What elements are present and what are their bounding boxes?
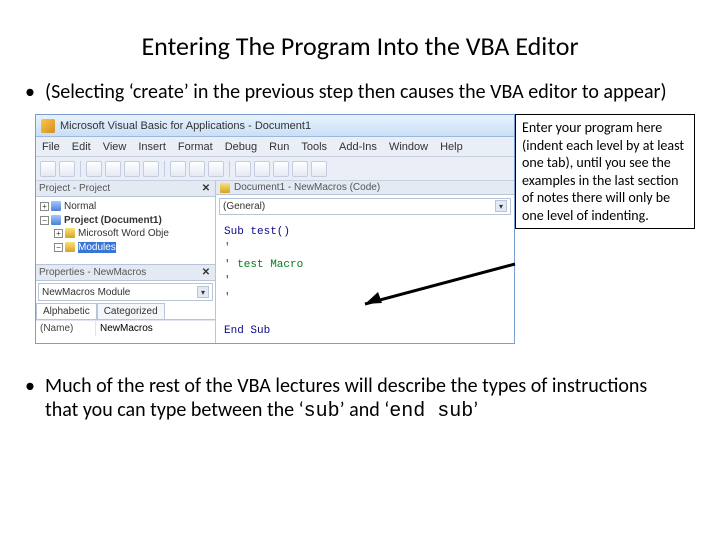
slide-title: Entering The Program Into the VBA Editor — [0, 0, 720, 80]
vba-body: Project - Project ✕ +Normal −Project (Do… — [36, 181, 514, 344]
toolbar-button[interactable] — [105, 161, 121, 177]
code-editor[interactable]: Sub test() ' ' test Macro ' ' End Sub — [216, 218, 514, 345]
bullet-bottom-text: ’ and ‘ — [340, 398, 390, 422]
code-object-dropdown[interactable]: (General) ▾ — [219, 198, 511, 214]
vba-left-panels: Project - Project ✕ +Normal −Project (Do… — [36, 181, 216, 344]
menu-addins[interactable]: Add-Ins — [339, 141, 377, 153]
toolbar-button[interactable] — [59, 161, 75, 177]
property-row: (Name) NewMacros — [36, 320, 215, 336]
chevron-down-icon: ▾ — [495, 200, 507, 212]
middle-content: Microsoft Visual Basic for Applications … — [0, 114, 720, 354]
bullet-bottom: Much of the rest of the VBA lectures wil… — [0, 354, 720, 423]
tree-normal[interactable]: Normal — [64, 201, 96, 212]
code-window-titlebar: Document1 - NewMacros (Code) — [216, 181, 514, 195]
toolbar-button[interactable] — [273, 161, 289, 177]
menu-debug[interactable]: Debug — [225, 141, 257, 153]
menu-insert[interactable]: Insert — [138, 141, 166, 153]
inline-code-sub: sub — [304, 400, 340, 423]
annotation-callout: Enter your program here (indent each lev… — [515, 114, 695, 229]
chevron-down-icon: ▾ — [197, 286, 209, 298]
toolbar-button[interactable] — [86, 161, 102, 177]
toolbar-button[interactable] — [292, 161, 308, 177]
toolbar-button[interactable] — [170, 161, 186, 177]
bullet-top: (Selecting ‘create’ in the previous step… — [0, 80, 720, 114]
code-window-title: Document1 - NewMacros (Code) — [234, 182, 380, 193]
properties-header: Properties - NewMacros ✕ — [36, 265, 215, 281]
close-icon[interactable]: ✕ — [200, 267, 212, 279]
toolbar-button[interactable] — [208, 161, 224, 177]
bullet-bottom-text: ’ — [473, 398, 478, 422]
menu-help[interactable]: Help — [440, 141, 463, 153]
toolbar-button[interactable] — [40, 161, 56, 177]
menu-view[interactable]: View — [103, 141, 127, 153]
project-explorer-tree[interactable]: +Normal −Project (Document1) +Microsoft … — [36, 197, 215, 265]
tab-categorized[interactable]: Categorized — [97, 303, 165, 319]
toolbar-button[interactable] — [311, 161, 327, 177]
toolbar-button[interactable] — [124, 161, 140, 177]
inline-code-endsub: end sub — [389, 400, 473, 423]
properties-panel: NewMacros Module ▾ Alphabetic Categorize… — [36, 281, 215, 344]
toolbar-button[interactable] — [254, 161, 270, 177]
toolbar-separator — [80, 161, 81, 177]
vba-editor-screenshot: Microsoft Visual Basic for Applications … — [35, 114, 515, 344]
code-object-value: (General) — [223, 201, 265, 212]
vba-menubar: File Edit View Insert Format Debug Run T… — [36, 137, 514, 157]
project-explorer-title: Project - Project — [39, 183, 110, 194]
tree-project[interactable]: Project (Document1) — [64, 215, 162, 226]
vba-app-icon — [41, 119, 55, 133]
menu-format[interactable]: Format — [178, 141, 213, 153]
toolbar-separator — [164, 161, 165, 177]
properties-object-value: NewMacros Module — [42, 287, 130, 298]
tab-alphabetic[interactable]: Alphabetic — [36, 303, 97, 319]
project-explorer-header: Project - Project ✕ — [36, 181, 215, 197]
tree-modules[interactable]: Modules — [78, 242, 116, 253]
toolbar-button[interactable] — [189, 161, 205, 177]
properties-tabs: Alphabetic Categorized — [36, 303, 215, 320]
vba-toolbar — [36, 157, 514, 181]
menu-tools[interactable]: Tools — [301, 141, 327, 153]
menu-file[interactable]: File — [42, 141, 60, 153]
properties-object-dropdown[interactable]: NewMacros Module ▾ — [38, 283, 213, 301]
property-name-label: (Name) — [36, 321, 96, 336]
vba-title-text: Microsoft Visual Basic for Applications … — [60, 120, 311, 132]
toolbar-button[interactable] — [143, 161, 159, 177]
property-name-value[interactable]: NewMacros — [96, 321, 157, 336]
menu-edit[interactable]: Edit — [72, 141, 91, 153]
tree-word-objects[interactable]: Microsoft Word Obje — [78, 228, 169, 239]
code-window: Document1 - NewMacros (Code) (General) ▾… — [216, 181, 514, 344]
toolbar-button[interactable] — [235, 161, 251, 177]
close-icon[interactable]: ✕ — [200, 183, 212, 195]
menu-run[interactable]: Run — [269, 141, 289, 153]
vba-titlebar: Microsoft Visual Basic for Applications … — [36, 115, 514, 137]
module-icon — [220, 183, 230, 193]
toolbar-separator — [229, 161, 230, 177]
menu-window[interactable]: Window — [389, 141, 428, 153]
properties-title: Properties - NewMacros — [39, 267, 146, 278]
